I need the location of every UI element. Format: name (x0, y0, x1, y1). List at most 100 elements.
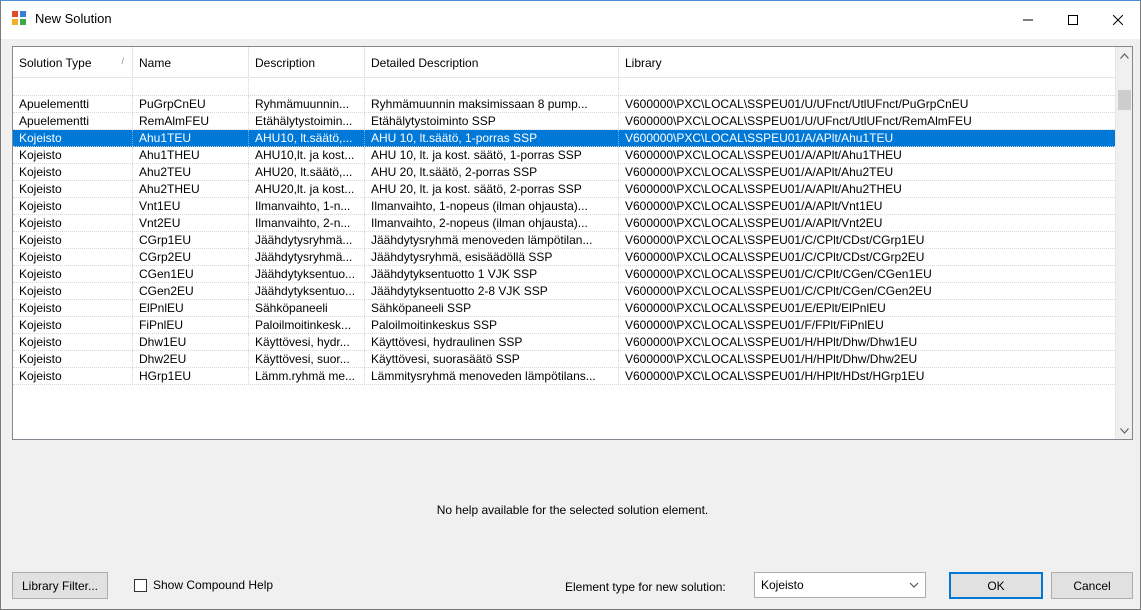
table-row[interactable]: Kojeisto HGrp1EU Lämm.ryhmä me... Lämmitysr… (13, 368, 1117, 385)
cell-solution-type: Kojeisto (13, 215, 133, 231)
cell-description: Sähköpaneeli (249, 300, 365, 316)
table-row[interactable]: Kojeisto Ahu2TEU AHU20, lt.säätö,... AHU 20… (13, 164, 1117, 181)
table-row[interactable]: Kojeisto Ahu2THEU AHU20,lt. ja kost... AHU … (13, 181, 1117, 198)
cell-library: V600000\PXC\LOCAL\SSPEU01/H/HPlt/Dhw/Dhw… (625, 352, 918, 366)
cell-name: CGrp1EU (133, 232, 249, 248)
cell-name: CGen2EU (133, 283, 249, 299)
vertical-scrollbar[interactable] (1115, 47, 1132, 439)
cell-description: Jäähdytysryhmä... (249, 249, 365, 265)
column-header-solution-type[interactable]: Solution Type / (13, 47, 133, 78)
cell-library: V600000\PXC\LOCAL\SSPEU01/U/UFnct/UtlUFn… (625, 114, 972, 128)
cell-detailed-description: Paloilmoitinkeskus SSP (365, 317, 619, 333)
table-row[interactable]: Kojeisto CGen1EU Jäähdytyksentuo... Jäähdyt… (13, 266, 1117, 283)
cell-detailed-description: Jäähdytyksentuotto 1 VJK SSP (365, 266, 619, 282)
table-row-partial[interactable] (13, 385, 1117, 393)
table-row[interactable]: Kojeisto CGen2EU Jäähdytyksentuo... Jäähdyt… (13, 283, 1117, 300)
cell-description: AHU10, lt.säätö,... (249, 130, 365, 146)
cell-detailed-description: Ilmanvaihto, 1-nopeus (ilman ohjausta)..… (365, 198, 619, 214)
table-row[interactable]: Apuelementti PuGrpCnEU Ryhmämuunnin... Ryhm… (13, 96, 1117, 113)
scroll-thumb[interactable] (1118, 90, 1131, 110)
cell-description: AHU20, lt.säätö,... (249, 164, 365, 180)
cell-description: Käyttövesi, suor... (249, 351, 365, 367)
table-row[interactable]: Kojeisto Dhw1EU Käyttövesi, hydr... Käyttöv… (13, 334, 1117, 351)
cell-solution-type: Apuelementti (13, 113, 133, 129)
cell-description: Jäähdytysryhmä... (249, 232, 365, 248)
cell-detailed-description: Jäähdytysryhmä, esisäädöllä SSP (365, 249, 619, 265)
cell-library: V600000\PXC\LOCAL\SSPEU01/H/HPlt/Dhw/Dhw… (625, 335, 918, 349)
cell-name: Dhw2EU (133, 351, 249, 367)
cell-name: FiPnlEU (133, 317, 249, 333)
element-type-select[interactable]: Kojeisto (754, 572, 926, 598)
cell-library: V600000\PXC\LOCAL\SSPEU01/A/APlt/Ahu1THE… (625, 148, 902, 162)
cell-name: Ahu1THEU (133, 147, 249, 163)
cell-library: V600000\PXC\LOCAL\SSPEU01/A/APlt/Ahu1TEU (625, 131, 894, 145)
cell-name: Ahu2TEU (133, 164, 249, 180)
scroll-up-button[interactable] (1116, 47, 1132, 64)
show-compound-help-label[interactable]: Show Compound Help (153, 578, 273, 592)
cell-name: ElPnlEU (133, 300, 249, 316)
cell-solution-type: Kojeisto (13, 249, 133, 265)
table-row[interactable]: Apuelementti RemAlmFEU Etähälytystoimin...… (13, 113, 1117, 130)
title-bar[interactable]: New Solution (1, 1, 1140, 39)
library-filter-button[interactable]: Library Filter... (12, 572, 108, 599)
column-header-detailed-description[interactable]: Detailed Description (365, 47, 619, 78)
cell-solution-type: Kojeisto (13, 266, 133, 282)
minimize-button[interactable] (1005, 1, 1051, 39)
cell-name: Vnt1EU (133, 198, 249, 214)
close-icon (1113, 15, 1123, 25)
table-row[interactable]: Kojeisto Ahu1THEU AHU10,lt. ja kost... AHU … (13, 147, 1117, 164)
cell-name: HGrp1EU (133, 368, 249, 384)
cell-library: V600000\PXC\LOCAL\SSPEU01/C/CPlt/CDst/CG… (625, 250, 925, 264)
cell-detailed-description: Jäähdytyksentuotto 2-8 VJK SSP (365, 283, 619, 299)
ok-button[interactable]: OK (949, 572, 1043, 599)
table-row-empty[interactable] (13, 79, 1117, 96)
cell-name: RemAlmFEU (133, 113, 249, 129)
table-row[interactable]: Kojeisto CGrp2EU Jäähdytysryhmä... Jäähdyty… (13, 249, 1117, 266)
cell-detailed-description: Lämmitysryhmä menoveden lämpötilans... (365, 368, 619, 384)
close-button[interactable] (1095, 1, 1141, 39)
cell-solution-type: Kojeisto (13, 300, 133, 316)
cell-solution-type: Apuelementti (13, 96, 133, 112)
cell-library: V600000\PXC\LOCAL\SSPEU01/C/CPlt/CDst/CG… (625, 233, 925, 247)
help-message: No help available for the selected solut… (436, 503, 709, 517)
cell-name: CGrp2EU (133, 249, 249, 265)
cell-name: Vnt2EU (133, 215, 249, 231)
table-row[interactable]: Kojeisto Vnt1EU Ilmanvaihto, 1-n... Ilmanva… (13, 198, 1117, 215)
table-row[interactable]: Kojeisto Vnt2EU Ilmanvaihto, 2-n... Ilmanva… (13, 215, 1117, 232)
scroll-down-button[interactable] (1116, 422, 1132, 439)
chevron-down-icon (1120, 427, 1129, 434)
cell-solution-type: Kojeisto (13, 351, 133, 367)
table-row[interactable]: Kojeisto Ahu1TEU AHU10, lt.säätö,... AHU 10… (13, 130, 1117, 147)
chevron-down-icon (909, 579, 919, 593)
table-row[interactable]: Kojeisto CGrp1EU Jäähdytysryhmä... Jäähdyty… (13, 232, 1117, 249)
table-row[interactable]: Kojeisto Dhw2EU Käyttövesi, suor... Käyttöv… (13, 351, 1117, 368)
cell-description: Ryhmämuunnin... (249, 96, 365, 112)
maximize-button[interactable] (1050, 1, 1096, 39)
cancel-button[interactable]: Cancel (1051, 572, 1133, 599)
cell-detailed-description: AHU 20, lt.säätö, 2-porras SSP (365, 164, 619, 180)
minimize-icon (1023, 19, 1033, 21)
cell-solution-type: Kojeisto (13, 181, 133, 197)
element-type-label: Element type for new solution: (565, 580, 726, 594)
column-header-description[interactable]: Description (249, 47, 365, 78)
cell-description: Lämm.ryhmä me... (249, 368, 365, 384)
grid-rows: Apuelementti PuGrpCnEU Ryhmämuunnin... Ryhm… (13, 79, 1117, 393)
cell-library: V600000\PXC\LOCAL\SSPEU01/A/APlt/Vnt2EU (625, 216, 883, 230)
show-compound-help-checkbox[interactable] (134, 579, 147, 592)
cell-detailed-description: Ilmanvaihto, 2-nopeus (ilman ohjausta)..… (365, 215, 619, 231)
sort-ascending-icon: / (121, 56, 124, 66)
column-header-name[interactable]: Name (133, 47, 249, 78)
cell-solution-type: Kojeisto (13, 198, 133, 214)
solution-grid[interactable]: Solution Type / Name Description Detaile… (12, 46, 1133, 440)
table-row[interactable]: Kojeisto FiPnlEU Paloilmoitinkesk... Paloil… (13, 317, 1117, 334)
cell-detailed-description: Käyttövesi, hydraulinen SSP (365, 334, 619, 350)
cell-description: Ilmanvaihto, 1-n... (249, 198, 365, 214)
column-header-library[interactable]: Library (619, 47, 1117, 78)
cell-library: V600000\PXC\LOCAL\SSPEU01/C/CPlt/CGen/CG… (625, 267, 932, 281)
maximize-icon (1068, 15, 1078, 25)
cell-detailed-description: AHU 10, lt. ja kost. säätö, 1-porras SSP (365, 147, 619, 163)
cell-solution-type: Kojeisto (13, 147, 133, 163)
cell-name: Ahu1TEU (133, 130, 249, 146)
table-row[interactable]: Kojeisto ElPnlEU Sähköpaneeli Sähköpaneeli … (13, 300, 1117, 317)
cell-library: V600000\PXC\LOCAL\SSPEU01/C/CPlt/CGen/CG… (625, 284, 932, 298)
